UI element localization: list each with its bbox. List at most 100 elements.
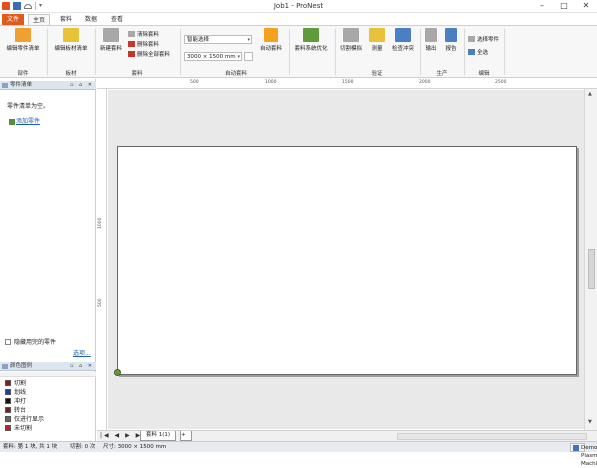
legend-label: 未切割 [14,425,33,432]
part-list-header: 零件清单 ▫ ⌂ ✕ [0,81,96,90]
chevron-down-icon: ▾ [237,54,240,60]
checkbox-box[interactable] [5,338,11,345]
select-parts-button[interactable]: 选择零件 [468,35,499,43]
group-separator [95,29,96,75]
close-button[interactable]: ✕ [575,0,597,12]
delete-all-nests-icon [128,51,135,57]
output-button[interactable]: 输出 [422,28,440,52]
play-icon [264,28,278,42]
legend-swatch [5,424,11,431]
legend-item: 仅进行显示 [0,414,96,423]
scroll-down-icon[interactable]: ▼ [588,419,592,425]
clear-nest-label: 清除套料 [137,32,160,38]
nest-optimize-button[interactable]: 套料系统优化 [291,28,331,52]
legend-item: 切割 [0,378,96,387]
clear-nest-button[interactable]: 清除套料 [128,30,159,38]
add-part-icon [9,118,15,125]
minimize-button[interactable]: – [531,0,553,12]
delete-nest-button[interactable]: 删除套料 [128,40,159,48]
group-separator [47,29,48,75]
delete-nest-icon [128,41,135,47]
tab-data[interactable]: 数据 [80,14,102,25]
cut-simulate-icon [343,28,359,42]
tab-view[interactable]: 查看 [106,14,128,25]
auto-nest-button[interactable]: 自动套料 [257,28,285,52]
ruler-tick-label: 500 [190,80,199,85]
color-legend-header: 颜色图例 ▫ ⌂ ✕ [0,362,96,371]
legend-label: 仅进行显示 [14,416,45,423]
new-nest-button[interactable]: 新建套料 [97,28,125,52]
plate-sheet[interactable] [117,146,577,375]
edit-plate-list-button[interactable]: 编辑板材清单 [50,28,92,52]
scroll-up-icon[interactable]: ▲ [588,91,592,97]
maximize-button[interactable]: □ [553,0,575,12]
part-list-empty-message: 零件清单为空。 [7,103,50,110]
scroll-thumb[interactable] [588,249,595,289]
smart-select-dropdown[interactable]: 智能选择 ▾ [184,35,252,44]
ruler-tick-label: 1500 [342,80,354,85]
legend-swatch [5,415,11,422]
hide-used-checkbox[interactable]: 隐藏用完的零件 [5,337,56,346]
legend-swatch [5,379,11,386]
left-panel: 零件清单 ▫ ⌂ ✕ 零件清单为空。 添加零件 隐藏用完的零件 选项... 颜色… [0,79,96,452]
edit-part-list-label: 编辑零件清单 [6,46,40,52]
add-part-label: 添加零件 [16,118,41,125]
options-link[interactable]: 选项... [73,348,91,357]
plate-settings-icon[interactable] [244,52,253,61]
legend-item: 转台 [0,405,96,414]
measure-button[interactable]: 测量 [367,28,387,52]
add-part-link[interactable]: 添加零件 [9,116,40,125]
legend-item: 未切割 [0,423,96,432]
nest-canvas[interactable] [108,90,584,429]
panel-controls[interactable]: ▫ ⌂ ✕ [70,81,94,90]
auto-nest-label: 自动套料 [259,46,282,52]
tab-home[interactable]: 主页 [28,14,50,25]
edit-part-list-icon [15,28,31,42]
check-collision-button[interactable]: 检查冲突 [389,28,417,52]
cut-simulate-button[interactable]: 切割模拟 [337,28,365,52]
status-nest-count: 套料: 第 1 块, 共 1 块 [3,444,58,450]
group-auto-nest-label: 自动套料 [224,71,247,77]
sheet-tab-active[interactable]: 套料 1(1) [140,431,177,441]
group-edit-label: 编辑 [478,71,490,77]
hide-used-label: 隐藏用完的零件 [14,339,57,346]
plate-size-dropdown[interactable]: 3000 × 1500 mm ▾ [184,52,242,61]
report-button[interactable]: 报告 [442,28,460,52]
add-sheet-tab[interactable]: + [180,431,192,441]
group-plate-label: 板材 [65,71,77,77]
edit-part-list-button[interactable]: 编辑零件清单 [3,28,43,52]
group-verify-label: 验证 [371,71,383,77]
legend-swatch [5,397,11,404]
machine-selector[interactable]: Demo Plasma Machine [570,443,597,467]
cursor-icon [468,36,475,42]
legend-item: 划线 [0,387,96,396]
status-cut-time: 切割: 0 次 [70,444,96,450]
group-separator [180,29,181,75]
tab-nest[interactable]: 套料 [55,14,77,25]
select-all-button[interactable]: 全选 [468,48,488,56]
delete-all-nests-label: 删除全部套料 [137,52,171,58]
select-all-label: 全选 [477,50,489,56]
color-legend-title: 颜色图例 [10,363,33,369]
title-bar: ▾ Job1 - ProNest – □ ✕ [0,0,597,13]
machine-label: Demo Plasma Machine [581,445,597,467]
tab-file[interactable]: 文件 [2,14,24,25]
ruler-tick-label: 1000 [265,80,277,85]
delete-all-nests-button[interactable]: 删除全部套料 [128,50,170,58]
status-bar: 套料: 第 1 块, 共 1 块 切割: 0 次 尺寸: 3000 × 1500… [0,441,597,467]
window-title: Job1 - ProNest [273,2,324,10]
group-separator [464,29,465,75]
group-separator [335,29,336,75]
group-separator [420,29,421,75]
legend-scroll-bar[interactable] [0,372,96,377]
group-nest-label: 套料 [131,71,143,77]
panel-controls[interactable]: ▫ ⌂ ✕ [70,362,94,371]
cut-simulate-label: 切割模拟 [339,46,362,52]
select-all-icon [468,49,475,55]
horizontal-scrollbar[interactable] [397,433,587,440]
new-nest-icon [103,28,119,42]
delete-nest-label: 删除套料 [137,42,160,48]
ruler-tick-label: 2000 [419,80,431,85]
vertical-scrollbar[interactable]: ▲ ▼ [584,89,597,430]
window-controls: – □ ✕ [531,0,597,12]
